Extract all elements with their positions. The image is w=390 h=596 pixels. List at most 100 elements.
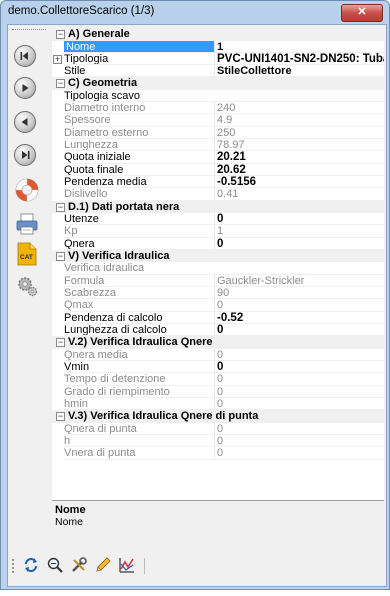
- property-name: Tipologia scavo: [64, 89, 141, 102]
- row-utenze[interactable]: Utenze 0: [52, 213, 384, 226]
- tools-icon[interactable]: [70, 556, 88, 574]
- property-value[interactable]: StileCollettore: [214, 65, 384, 78]
- row-lunghezza: Lunghezza 78.97: [52, 139, 384, 152]
- property-value: 4.9: [214, 114, 384, 127]
- row-qnera-media: Qnera media 0: [52, 348, 384, 362]
- category-label: V.3) Verifica Idraulica Qnere di punta: [68, 410, 259, 423]
- property-value[interactable]: 0: [214, 237, 384, 250]
- collapse-icon[interactable]: −: [56, 30, 65, 39]
- collapse-icon[interactable]: −: [56, 338, 65, 348]
- property-value: 0: [214, 373, 384, 386]
- category-label: V.2) Verifica Idraulica Qnere: [68, 336, 213, 349]
- description-title: Nome: [55, 504, 86, 516]
- lifebuoy-icon[interactable]: [14, 177, 40, 203]
- property-name: Qmax: [64, 299, 94, 312]
- row-formula: Formula Gauckler-Strickler: [52, 274, 384, 288]
- toolbar-grip: [12, 559, 14, 573]
- category-label: V) Verifica Idraulica: [68, 249, 170, 262]
- property-name: Qnera di punta: [64, 422, 137, 435]
- row-hmin: hmin 0: [52, 397, 384, 411]
- first-icon[interactable]: [14, 45, 36, 67]
- row-tipologia-scavo[interactable]: Tipologia scavo: [52, 89, 384, 103]
- row-verifica-idraulica: Verifica idraulica: [52, 262, 384, 276]
- row-pendenza-media[interactable]: Pendenza media -0.5156: [52, 175, 384, 189]
- property-value: 0: [214, 447, 384, 460]
- property-value[interactable]: 20.21: [214, 151, 384, 164]
- description-text: Nome: [55, 516, 84, 528]
- zoom-icon[interactable]: [46, 556, 64, 574]
- window-title: demo.CollettoreScarico (1/3): [8, 5, 155, 17]
- title-bar[interactable]: demo.CollettoreScarico (1/3) ✕: [1, 1, 389, 23]
- property-name: Tempo di detenzione: [64, 373, 166, 386]
- property-value[interactable]: -0.52: [214, 311, 384, 324]
- client-area: CAT − A) Generale Nome 1 + Tipologia PVC…: [7, 24, 387, 587]
- category-geometria[interactable]: − C) Geometria: [52, 77, 384, 90]
- row-nome[interactable]: Nome 1: [52, 40, 384, 54]
- collapse-icon[interactable]: −: [56, 79, 65, 89]
- last-icon[interactable]: [14, 144, 36, 166]
- play-icon[interactable]: [14, 77, 36, 99]
- category-label: D.1) Dati portata nera: [68, 200, 180, 213]
- property-value: 240: [214, 102, 384, 115]
- category-verifica-idraulica[interactable]: − V) Verifica Idraulica: [52, 249, 384, 263]
- row-tipologia[interactable]: + Tipologia PVC-UNI1401-SN2-DN250: Tubaz…: [52, 52, 384, 66]
- row-qnera[interactable]: Qnera 0: [52, 237, 384, 251]
- property-value[interactable]: 1: [214, 40, 384, 53]
- property-grid: − A) Generale Nome 1 + Tipologia PVC-UNI…: [52, 28, 384, 523]
- nav-grip: [12, 29, 46, 30]
- row-stile[interactable]: Stile StileCollettore: [52, 65, 384, 78]
- refresh-icon[interactable]: [22, 556, 40, 574]
- property-name: hmin: [64, 397, 88, 410]
- category-generale[interactable]: − A) Generale: [52, 28, 384, 41]
- description-pane: Nome Nome: [52, 500, 384, 551]
- property-value: Gauckler-Strickler: [214, 274, 384, 288]
- gears-icon[interactable]: [14, 273, 40, 299]
- chart-icon[interactable]: [118, 556, 136, 574]
- property-value: 0: [214, 397, 384, 411]
- property-name: Pendenza media: [64, 175, 147, 188]
- property-value: 0: [214, 435, 384, 448]
- row-pendenza-calcolo[interactable]: Pendenza di calcolo -0.52: [52, 311, 384, 325]
- property-name: Lunghezza: [64, 139, 118, 152]
- property-name: Lunghezza di calcolo: [64, 323, 167, 336]
- property-value[interactable]: 0: [214, 323, 384, 337]
- property-name: Kp: [64, 225, 78, 238]
- category-verifica-qnere[interactable]: − V.2) Verifica Idraulica Qnere: [52, 336, 384, 349]
- expand-icon[interactable]: +: [53, 54, 62, 64]
- row-scabrezza: Scabrezza 90: [52, 287, 384, 300]
- cat-document-icon[interactable]: CAT: [14, 241, 40, 267]
- row-quota-iniziale[interactable]: Quota iniziale 20.21: [52, 151, 384, 164]
- property-value: 1: [214, 225, 384, 238]
- collapse-icon[interactable]: −: [56, 251, 65, 261]
- property-name: Utenze: [64, 213, 99, 226]
- property-value[interactable]: PVC-UNI1401-SN2-DN250: Tubazione: [214, 52, 384, 66]
- row-quota-finale[interactable]: Quota finale 20.62: [52, 163, 384, 177]
- property-value: 0.41: [214, 188, 384, 201]
- pencil-icon[interactable]: [94, 556, 112, 574]
- toolbar-separator: [144, 558, 145, 574]
- row-lunghezza-calcolo[interactable]: Lunghezza di calcolo 0: [52, 323, 384, 337]
- category-verifica-qnere-punta[interactable]: − V.3) Verifica Idraulica Qnere di punta: [52, 410, 384, 423]
- close-button[interactable]: ✕: [341, 4, 383, 22]
- property-value[interactable]: -0.5156: [214, 175, 384, 189]
- category-label: C) Geometria: [68, 77, 138, 90]
- property-value[interactable]: 0: [214, 361, 384, 374]
- property-name: h: [64, 435, 71, 448]
- collapse-icon[interactable]: −: [56, 412, 65, 422]
- property-name: Quota iniziale: [64, 151, 131, 164]
- collapse-icon[interactable]: −: [56, 202, 65, 212]
- window: demo.CollettoreScarico (1/3) ✕ CAT − A) …: [0, 0, 390, 590]
- property-name: Diametro esterno: [64, 126, 149, 139]
- property-name: Pendenza di calcolo: [64, 311, 163, 324]
- property-value: 250: [214, 126, 384, 140]
- printer-icon[interactable]: [14, 211, 40, 237]
- row-vmin[interactable]: Vmin 0: [52, 361, 384, 374]
- row-h: h 0: [52, 435, 384, 448]
- property-name: Qnera: [64, 237, 95, 250]
- category-portata-nera[interactable]: − D.1) Dati portata nera: [52, 200, 384, 214]
- property-value[interactable]: 0: [214, 213, 384, 226]
- property-value[interactable]: 20.62: [214, 163, 384, 176]
- property-name: Scabrezza: [64, 287, 116, 300]
- property-name: Qnera media: [64, 348, 128, 361]
- back-icon[interactable]: [14, 111, 36, 133]
